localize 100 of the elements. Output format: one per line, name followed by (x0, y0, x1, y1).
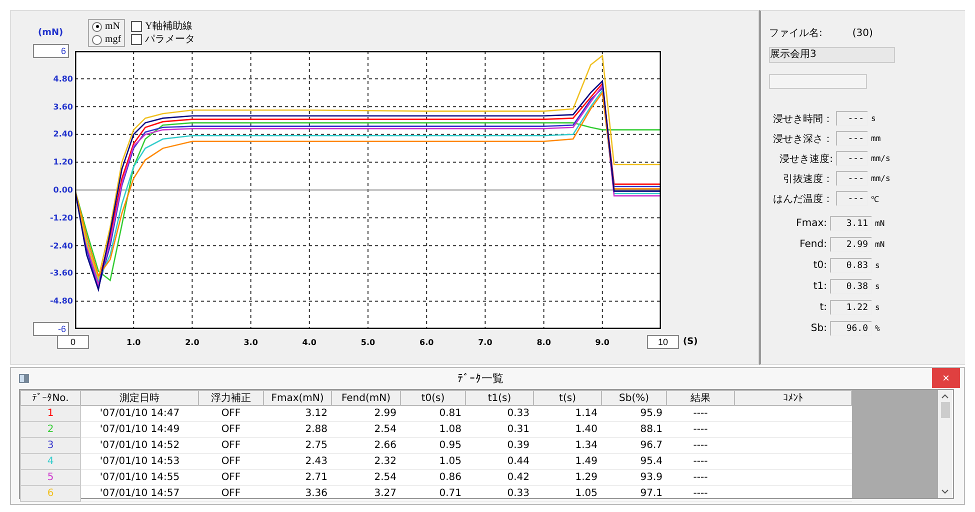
result-value: 0.38 (830, 279, 872, 294)
unit-label: s (875, 303, 880, 312)
table-cell: 0.71 (400, 486, 466, 502)
column-header[interactable]: ﾃﾞｰﾀNo. (20, 390, 80, 406)
condition-label: 浸せき深さ： (772, 132, 833, 146)
x-min-field[interactable]: 0 (57, 335, 89, 349)
column-header[interactable]: 浮力補正 (198, 390, 264, 406)
result-value: 96.0 (830, 321, 872, 336)
unit-label: mN (875, 219, 885, 228)
table-cell: ---- (666, 470, 734, 486)
table-cell: 0.81 (400, 406, 466, 422)
radio-label: mN (105, 20, 120, 33)
y-max-field[interactable]: 6 (33, 44, 69, 58)
table-cell: 97.1 (602, 486, 666, 502)
unit-label: mm (871, 134, 881, 143)
table-cell: '07/01/10 14:49 (80, 422, 198, 438)
y-min-field[interactable]: -6 (33, 322, 69, 336)
table-cell: 2.71 (264, 470, 332, 486)
result-label: t1: (812, 281, 827, 292)
table-cell: 2.99 (332, 406, 400, 422)
unit-label: mm/s (871, 174, 890, 183)
y-tick-label: -2.40 (50, 241, 73, 250)
row-number: 1 (20, 406, 80, 422)
y-tick-label: 0.00 (53, 186, 73, 194)
table-cell: ---- (666, 454, 734, 470)
result-value: 1.22 (830, 300, 872, 315)
table-cell: '07/01/10 14:55 (80, 470, 198, 486)
table-cell: 0.44 (466, 454, 534, 470)
y-tick-label: -3.60 (50, 268, 73, 278)
column-header[interactable]: t0(s) (400, 390, 466, 406)
column-header[interactable]: t(s) (534, 390, 602, 406)
table-cell: '07/01/10 14:57 (80, 486, 198, 502)
table-cell: 3.27 (332, 486, 400, 502)
table-cell: 2.43 (264, 454, 332, 470)
column-header[interactable]: Fend(mN) (332, 390, 400, 406)
column-header[interactable]: ｺﾒﾝﾄ (734, 390, 852, 406)
table-cell: 96.7 (602, 438, 666, 454)
unit-label: s (875, 282, 880, 291)
x-tick-label: 6.0 (420, 338, 434, 347)
table-cell: 1.34 (534, 438, 602, 454)
condition-label: 引抜速度： (782, 172, 833, 186)
table-cell: 3.36 (264, 486, 332, 502)
table-cell: 93.9 (602, 470, 666, 486)
column-header[interactable]: Fmax(mN) (264, 390, 332, 406)
x-tick-label: 1.0 (126, 338, 141, 347)
table-cell: 0.42 (466, 470, 534, 486)
table-cell: '07/01/10 14:52 (80, 438, 198, 454)
x-unit-label: (S) (683, 337, 698, 347)
table-cell: 2.54 (332, 470, 400, 486)
table-cell: 95.9 (602, 406, 666, 422)
unit-label: mm/s (871, 154, 890, 163)
table-cell: 1.08 (400, 422, 466, 438)
table-cell: 88.1 (602, 422, 666, 438)
axis-unit-label: (mN) (38, 28, 64, 38)
column-header[interactable]: 測定日時 (80, 390, 198, 406)
table-cell: OFF (198, 470, 264, 486)
table-cell: 0.31 (466, 422, 534, 438)
table-cell: 0.39 (466, 438, 534, 454)
y-tick-label: 2.40 (53, 130, 73, 139)
condition-value: --- (836, 171, 868, 186)
table-cell: 1.05 (534, 486, 602, 502)
y-tick-label: 3.60 (53, 102, 73, 112)
result-value: 0.83 (830, 258, 872, 273)
row-number: 6 (20, 486, 80, 502)
table-cell: 1.05 (400, 454, 466, 470)
x-max-field[interactable]: 10 (647, 335, 679, 349)
table-cell: ---- (666, 486, 734, 502)
row-number: 5 (20, 470, 80, 486)
column-header[interactable]: t1(s) (466, 390, 534, 406)
result-value: 3.11 (830, 216, 872, 231)
row-number: 2 (20, 422, 80, 438)
x-tick-label: 7.0 (478, 338, 492, 347)
close-button[interactable]: × (932, 368, 960, 388)
result-value: 2.99 (830, 237, 872, 252)
x-tick-label: 2.0 (185, 338, 200, 347)
y-tick-label: 4.80 (53, 74, 73, 84)
table-cell: OFF (198, 406, 264, 422)
table-cell: 1.40 (534, 422, 602, 438)
table-cell: OFF (198, 454, 264, 470)
condition-value: --- (836, 151, 868, 166)
column-header[interactable]: Sb(%) (602, 390, 666, 406)
table-cell: OFF (198, 486, 264, 502)
table-cell: 2.75 (264, 438, 332, 454)
file-name-label: ファイル名: (769, 27, 822, 40)
table-cell: 1.49 (534, 454, 602, 470)
window-title: ﾃﾞｰﾀ一覧 (456, 370, 504, 386)
result-label: t0: (812, 260, 827, 271)
table-cell: 0.95 (400, 438, 466, 454)
table-cell: ---- (666, 438, 734, 454)
x-tick-label: 5.0 (360, 338, 376, 347)
table-cell: 0.33 (466, 486, 534, 502)
unit-label: s (871, 114, 876, 123)
column-header[interactable]: 結果 (666, 390, 734, 406)
result-label: Fend: (798, 239, 827, 250)
file-count: (30) (852, 28, 873, 38)
x-tick-label: 8.0 (536, 338, 551, 347)
result-label: Sb: (810, 323, 827, 334)
table-cell: OFF (198, 438, 264, 454)
condition-label: 浸せき時間： (772, 112, 833, 126)
file-name-field: 展示会用3 (769, 47, 895, 63)
